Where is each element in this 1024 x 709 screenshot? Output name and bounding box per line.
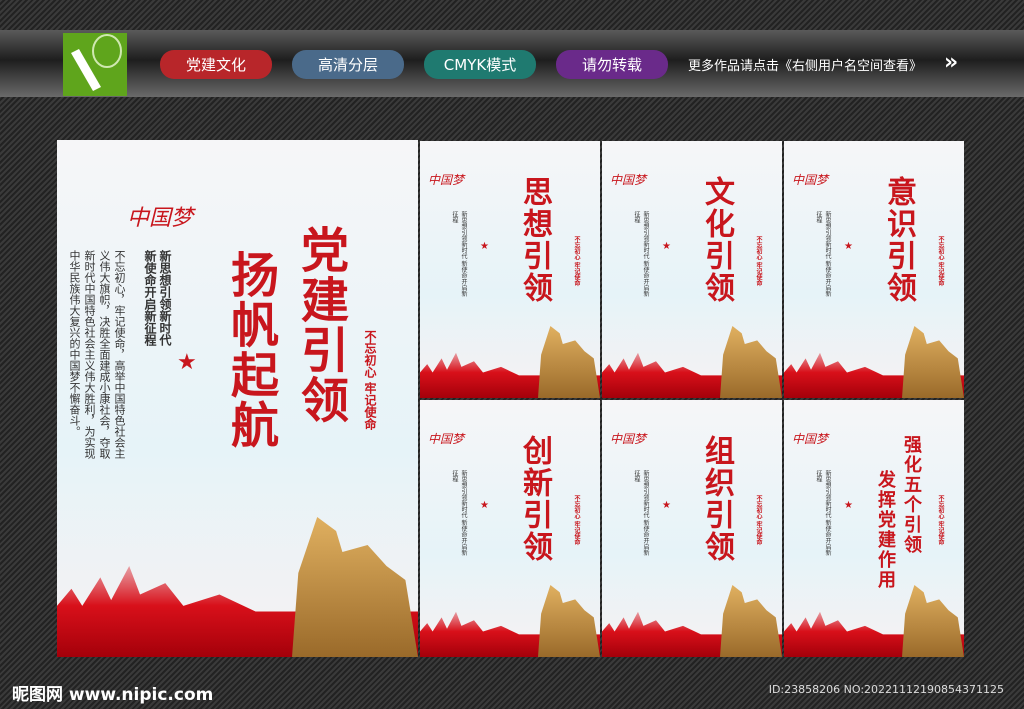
statue-image xyxy=(538,585,600,657)
poster-title: 创新引领 xyxy=(517,435,552,563)
poster-title-2: 发挥党建作用 xyxy=(875,470,896,590)
star-icon: ★ xyxy=(177,350,197,375)
statue-image xyxy=(538,326,600,398)
slogan: 不忘初心 牢记使命 xyxy=(573,495,580,546)
small-poster: 中国梦 组织引领 新思想引领新时代 新使命开启新征程 ★ 不忘初心 牢记使命 xyxy=(602,400,782,657)
star-icon: ★ xyxy=(844,500,853,511)
statue-image xyxy=(720,585,782,657)
poster-title: 思想引领 xyxy=(517,176,552,304)
poster-body: 新思想引领新时代 新使命开启新征程 xyxy=(633,211,649,297)
main-title-2: 扬帆起航 xyxy=(222,250,278,450)
slogan: 不忘初心 牢记使命 xyxy=(755,236,762,287)
china-dream-logo: 中国梦 xyxy=(127,206,194,231)
china-dream-logo: 中国梦 xyxy=(428,432,465,446)
slogan: 不忘初心 牢记使命 xyxy=(937,236,944,287)
coreldraw-logo-icon xyxy=(63,33,127,96)
small-poster: 中国梦 强化五个引领 发挥党建作用 新思想引领新时代 新使命开启新征程 ★ 不忘初… xyxy=(784,400,964,657)
statue-image xyxy=(902,585,964,657)
poster-title: 文化引领 xyxy=(699,176,734,304)
slogan: 不忘初心 牢记使命 xyxy=(937,495,944,546)
subtitle-2: 新使命开启新征程 xyxy=(143,250,157,346)
statue-image xyxy=(902,326,964,398)
small-poster: 中国梦 创新引领 新思想引领新时代 新使命开启新征程 ★ 不忘初心 牢记使命 xyxy=(420,400,600,657)
star-icon: ★ xyxy=(480,241,489,252)
nipic-watermark: 昵图网 www.nipic.com xyxy=(12,685,214,705)
image-id: ID:23858206 NO:20221112190854371125 xyxy=(768,683,1004,696)
tag-party-culture: 党建文化 xyxy=(160,50,272,79)
tag-no-repost: 请勿转载 xyxy=(556,50,668,79)
poster-body: 新思想引领新时代 新使命开启新征程 xyxy=(633,470,649,556)
slogan: 不忘初心 牢记使命 xyxy=(363,330,377,431)
star-icon: ★ xyxy=(662,241,671,252)
star-icon: ★ xyxy=(844,241,853,252)
poster-body: 新思想引领新时代 新使命开启新征程 xyxy=(451,211,467,297)
poster-body: 新思想引领新时代 新使命开启新征程 xyxy=(815,470,831,556)
star-icon: ★ xyxy=(662,500,671,511)
statue-image xyxy=(292,517,418,657)
small-poster: 中国梦 意识引领 新思想引领新时代 新使命开启新征程 ★ 不忘初心 牢记使命 xyxy=(784,141,964,398)
subtitle-1: 新思想引领新时代 xyxy=(158,250,172,346)
china-dream-logo: 中国梦 xyxy=(428,173,465,187)
more-works-link[interactable]: 更多作品请点击《右侧用户名空间查看》 xyxy=(688,55,922,74)
double-arrow-icon[interactable]: » xyxy=(944,50,958,75)
slogan: 不忘初心 牢记使命 xyxy=(573,236,580,287)
poster-body: 新思想引领新时代 新使命开启新征程 xyxy=(815,211,831,297)
small-poster: 中国梦 思想引领 新思想引领新时代 新使命开启新征程 ★ 不忘初心 牢记使命 xyxy=(420,141,600,398)
main-body-text: 不忘初心，牢记使命，高举中国特色社会主义伟大旗帜，决胜全面建成小康社会，夺取新时… xyxy=(68,250,126,459)
poster-title: 组织引领 xyxy=(699,435,734,563)
small-poster: 中国梦 文化引领 新思想引领新时代 新使命开启新征程 ★ 不忘初心 牢记使命 xyxy=(602,141,782,398)
poster-title: 强化五个引领 xyxy=(901,435,922,555)
main-title-1: 党建引领 xyxy=(292,225,348,425)
tag-hd-layers: 高清分层 xyxy=(292,50,404,79)
main-poster: 中国梦 党建引领 扬帆起航 新思想引领新时代 新使命开启新征程 不忘初心，牢记使… xyxy=(57,140,418,657)
slogan: 不忘初心 牢记使命 xyxy=(755,495,762,546)
poster-title: 意识引领 xyxy=(881,176,916,304)
tag-cmyk: CMYK模式 xyxy=(424,50,536,79)
china-dream-logo: 中国梦 xyxy=(610,432,647,446)
china-dream-logo: 中国梦 xyxy=(610,173,647,187)
china-dream-logo: 中国梦 xyxy=(792,173,829,187)
star-icon: ★ xyxy=(480,500,489,511)
china-dream-logo: 中国梦 xyxy=(792,432,829,446)
poster-body: 新思想引领新时代 新使命开启新征程 xyxy=(451,470,467,556)
statue-image xyxy=(720,326,782,398)
